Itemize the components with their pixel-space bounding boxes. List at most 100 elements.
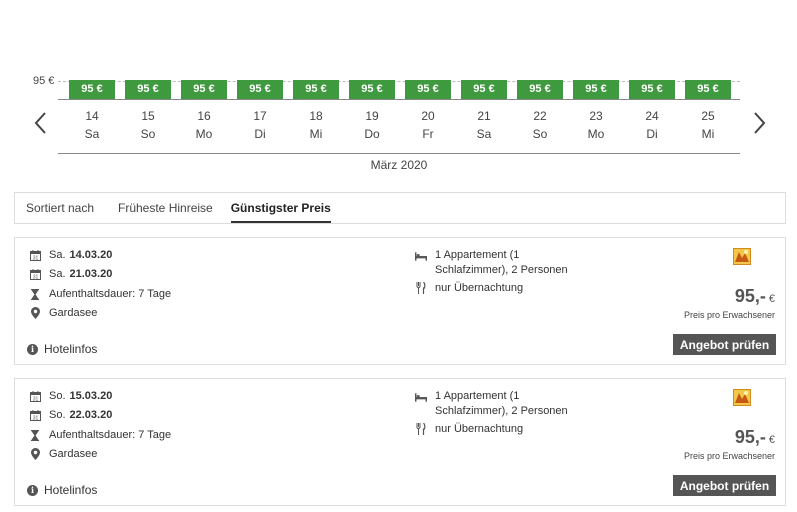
price-bar[interactable]: 95 € xyxy=(405,80,451,99)
price-calendar: 95 € 95 €14 Sa 95 €15 So 95 €16 Mo 95 €17 Di 95 … xyxy=(0,0,797,180)
day-number: 18 xyxy=(309,109,323,123)
room-text: 1 Appartement (1 Schlafzimmer), 2 Person… xyxy=(435,249,568,276)
chevron-right-icon xyxy=(754,112,766,134)
calendar-day-23[interactable]: 95 € 23 Mo xyxy=(573,80,619,141)
price-currency: € xyxy=(768,434,775,446)
cutlery-icon xyxy=(415,282,427,294)
location-pin-icon xyxy=(29,307,41,319)
departure-date-row: 31 Sa. 14.03.20 xyxy=(29,247,112,263)
calendar-icon: 31 xyxy=(29,409,41,421)
price-bar[interactable]: 95 € xyxy=(125,80,171,99)
return-date: 21.03.20 xyxy=(69,268,113,280)
price-bar[interactable]: 95 € xyxy=(629,80,675,99)
info-icon: i xyxy=(27,484,38,496)
day-name: Di xyxy=(254,127,266,141)
offer-card: 31 So. 15.03.20 31 So. 22.03.20 Aufenthaltsdau… xyxy=(14,378,786,506)
duration-text: Aufenthaltsdauer: 7 Tage xyxy=(49,429,172,441)
month-axis-line xyxy=(58,153,740,154)
offer-card: 31 Sa. 14.03.20 31 Sa. 21.03.20 Aufenthaltsdau… xyxy=(14,237,786,365)
day-number: 21 xyxy=(477,109,491,123)
day-name: Sa xyxy=(84,127,100,141)
room-text: 1 Appartement (1 Schlafzimmer), 2 Person… xyxy=(435,390,568,417)
day-name: Mi xyxy=(309,127,323,141)
calendar-day-18[interactable]: 95 € 18 Mi xyxy=(293,80,339,141)
calendar-day-24[interactable]: 95 € 24 Di xyxy=(629,80,675,141)
calendar-day-19[interactable]: 95 € 19 Do xyxy=(349,80,395,141)
price: 95,- € xyxy=(735,427,775,448)
price-bar[interactable]: 95 € xyxy=(237,80,283,99)
return-date: 22.03.20 xyxy=(69,409,113,421)
price: 95,- € xyxy=(735,286,775,307)
calendar-day-20[interactable]: 95 € 20 Fr xyxy=(405,80,451,141)
price-bar[interactable]: 95 € xyxy=(349,80,395,99)
calendar-day-21[interactable]: 95 € 21 Sa xyxy=(461,80,507,141)
departure-date: 14.03.20 xyxy=(69,249,113,261)
day-number: 14 xyxy=(85,109,99,123)
location-row: Gardasee xyxy=(29,305,97,321)
prev-arrow-button[interactable] xyxy=(31,108,51,138)
day-name: Di xyxy=(646,127,658,141)
sort-option-cheapest[interactable]: Günstigster Preis xyxy=(230,193,331,223)
board-text: nur Übernachtung xyxy=(435,282,524,294)
hotel-badge-icon xyxy=(733,389,751,406)
price-value: 95,- xyxy=(734,286,766,306)
price-bar[interactable]: 95 € xyxy=(293,80,339,99)
price-value: 95,- xyxy=(734,427,766,447)
check-offer-button[interactable]: Angebot prüfen xyxy=(673,334,776,355)
price-bar[interactable]: 95 € xyxy=(461,80,507,99)
sort-label: Sortiert nach xyxy=(26,201,95,215)
check-offer-button[interactable]: Angebot prüfen xyxy=(673,475,776,496)
day-number: 23 xyxy=(589,109,603,123)
day-name: Mo xyxy=(195,127,213,141)
departure-date-row: 31 So. 15.03.20 xyxy=(29,388,112,404)
day-number: 25 xyxy=(701,109,715,123)
cutlery-icon xyxy=(415,423,427,435)
return-date-row: 31 Sa. 21.03.20 xyxy=(29,266,112,282)
month-label: März 2020 xyxy=(370,158,428,172)
price-bar[interactable]: 95 € xyxy=(685,80,731,99)
calendar-day-17[interactable]: 95 € 17 Di xyxy=(237,80,283,141)
next-arrow-button[interactable] xyxy=(749,108,769,138)
svg-text:31: 31 xyxy=(32,274,38,280)
hotelinfo-link[interactable]: i Hotelinfos xyxy=(27,342,97,356)
calendar-day-14[interactable]: 95 € 14 Sa xyxy=(69,80,115,141)
day-number: 16 xyxy=(197,109,211,123)
price-bar[interactable]: 95 € xyxy=(69,80,115,99)
day-number: 19 xyxy=(365,109,379,123)
price-bar[interactable]: 95 € xyxy=(573,80,619,99)
hotelinfo-label: Hotelinfos xyxy=(44,342,98,356)
price-note: Preis pro Erwachsener xyxy=(683,451,775,461)
calendar-icon: 31 xyxy=(29,249,41,261)
price-note: Preis pro Erwachsener xyxy=(683,310,775,320)
price-bar[interactable]: 95 € xyxy=(181,80,227,99)
duration-text: Aufenthaltsdauer: 7 Tage xyxy=(49,288,172,300)
calendar-day-25[interactable]: 95 € 25 Mi xyxy=(685,80,731,141)
calendar-day-15[interactable]: 95 € 15 So xyxy=(125,80,171,141)
calendar-icon: 31 xyxy=(29,268,41,280)
departure-weekday: Sa. xyxy=(49,249,66,261)
day-number: 17 xyxy=(253,109,267,123)
bed-icon xyxy=(415,391,427,403)
calendar-day-16[interactable]: 95 € 16 Mo xyxy=(181,80,227,141)
day-name: So xyxy=(532,127,548,141)
return-date-row: 31 So. 22.03.20 xyxy=(29,407,112,423)
calendar-icon: 31 xyxy=(29,390,41,402)
hotelinfo-label: Hotelinfos xyxy=(44,483,98,497)
calendar-day-22[interactable]: 95 € 22 So xyxy=(517,80,563,141)
price-bar[interactable]: 95 € xyxy=(517,80,563,99)
day-name: Do xyxy=(364,127,380,141)
sort-option-earliest[interactable]: Früheste Hinreise xyxy=(118,193,213,223)
hotelinfo-link[interactable]: i Hotelinfos xyxy=(27,483,97,497)
chevron-left-icon xyxy=(34,112,46,134)
board-info: nur Übernachtung xyxy=(415,423,523,435)
board-text: nur Übernachtung xyxy=(435,423,524,435)
location-pin-icon xyxy=(29,448,41,460)
location-text: Gardasee xyxy=(49,307,98,319)
hourglass-icon xyxy=(29,288,41,300)
day-number: 24 xyxy=(645,109,659,123)
return-weekday: So. xyxy=(49,409,66,421)
day-number: 22 xyxy=(533,109,547,123)
day-name: Mo xyxy=(587,127,605,141)
departure-weekday: So. xyxy=(49,390,66,402)
y-axis-price-label: 95 € xyxy=(33,75,55,87)
